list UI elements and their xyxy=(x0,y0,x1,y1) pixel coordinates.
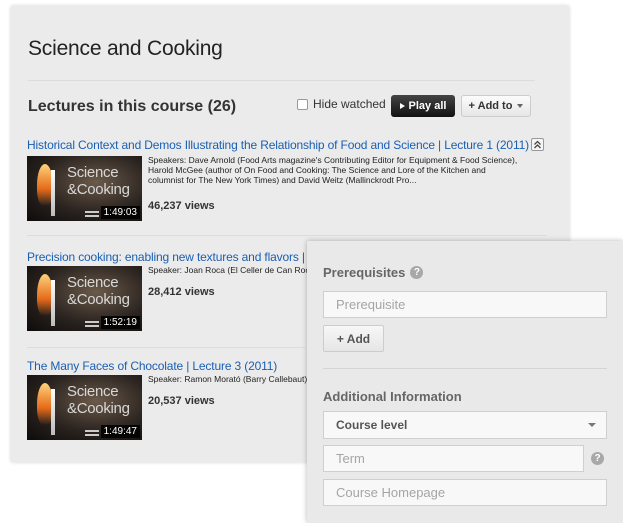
hide-watched-toggle[interactable]: Hide watched xyxy=(297,97,386,111)
thumbnail-glass xyxy=(51,280,55,326)
video-duration: 1:52:19 xyxy=(100,316,140,329)
video-duration: 1:49:03 xyxy=(100,206,140,219)
lecture-views: 28,412 views xyxy=(148,286,215,298)
lecture-description: Speaker: Joan Roca (El Celler de Can Roc… xyxy=(148,265,308,275)
lecture-item: Historical Context and Demos Illustratin… xyxy=(27,138,547,228)
lecture-title-link[interactable]: Precision cooking: enabling new textures… xyxy=(27,250,305,264)
lecture-thumbnail[interactable]: Science &Cooking 1:49:47 xyxy=(27,375,142,440)
thumbnail-text-line2: &Cooking xyxy=(67,181,130,198)
question-circle-icon[interactable]: ? xyxy=(591,452,604,465)
play-all-label: Play all xyxy=(408,100,447,112)
thumbnail-text-line1: Science xyxy=(67,274,119,291)
lecture-divider xyxy=(27,235,547,236)
add-prerequisite-button[interactable]: + Add xyxy=(323,325,384,352)
lecture-thumbnail[interactable]: Science &Cooking 1:52:19 xyxy=(27,266,142,331)
lecture-thumbnail[interactable]: Science &Cooking 1:49:03 xyxy=(27,156,142,221)
lecture-description: Speaker: Ramon Morató (Barry Callebaut) xyxy=(148,374,308,384)
course-title: Science and Cooking xyxy=(28,37,223,60)
header-divider xyxy=(28,80,535,81)
form-divider xyxy=(323,368,607,369)
course-details-form: Prerequisites ? + Add Additional Informa… xyxy=(307,241,623,523)
hide-watched-checkbox[interactable] xyxy=(297,98,308,110)
hd-icon xyxy=(85,430,99,436)
hd-icon xyxy=(85,321,99,327)
thumbnail-glass xyxy=(51,389,55,435)
lecture-views: 46,237 views xyxy=(148,200,215,212)
lecture-views: 20,537 views xyxy=(148,395,215,407)
collapse-button[interactable] xyxy=(531,138,544,151)
hd-icon xyxy=(85,211,99,217)
add-to-button[interactable]: + Add to xyxy=(461,95,531,117)
chevron-down-icon xyxy=(588,423,596,427)
course-level-label: Course level xyxy=(336,418,408,432)
chevron-down-icon xyxy=(517,104,524,108)
video-duration: 1:49:47 xyxy=(100,425,140,438)
term-input[interactable] xyxy=(323,445,584,472)
lecture-title-link[interactable]: Historical Context and Demos Illustratin… xyxy=(27,138,547,152)
add-to-label: + Add to xyxy=(468,100,513,112)
thumbnail-text-line2: &Cooking xyxy=(67,400,130,417)
course-level-select[interactable]: Course level xyxy=(323,411,607,439)
thumbnail-glass xyxy=(51,170,55,216)
play-icon xyxy=(399,103,405,109)
thumbnail-text-line1: Science xyxy=(67,383,119,400)
prerequisites-label-text: Prerequisites xyxy=(323,265,406,280)
additional-information-label: Additional Information xyxy=(323,389,462,404)
thumbnail-text-line1: Science xyxy=(67,164,119,181)
play-all-button[interactable]: Play all xyxy=(391,95,455,117)
prerequisite-input[interactable] xyxy=(323,291,607,318)
thumbnail-text-line2: &Cooking xyxy=(67,291,130,308)
lecture-description: Speakers: Dave Arnold (Food Arts magazin… xyxy=(148,155,518,185)
course-homepage-input[interactable] xyxy=(323,479,607,506)
lecture-divider xyxy=(27,347,305,348)
lecture-title-link[interactable]: The Many Faces of Chocolate | Lecture 3 … xyxy=(27,359,305,373)
prerequisites-label: Prerequisites ? xyxy=(323,265,424,280)
double-chevron-up-icon xyxy=(534,140,541,149)
hide-watched-label: Hide watched xyxy=(313,97,386,111)
question-circle-icon[interactable]: ? xyxy=(410,266,424,279)
lectures-heading: Lectures in this course (26) xyxy=(28,98,237,115)
